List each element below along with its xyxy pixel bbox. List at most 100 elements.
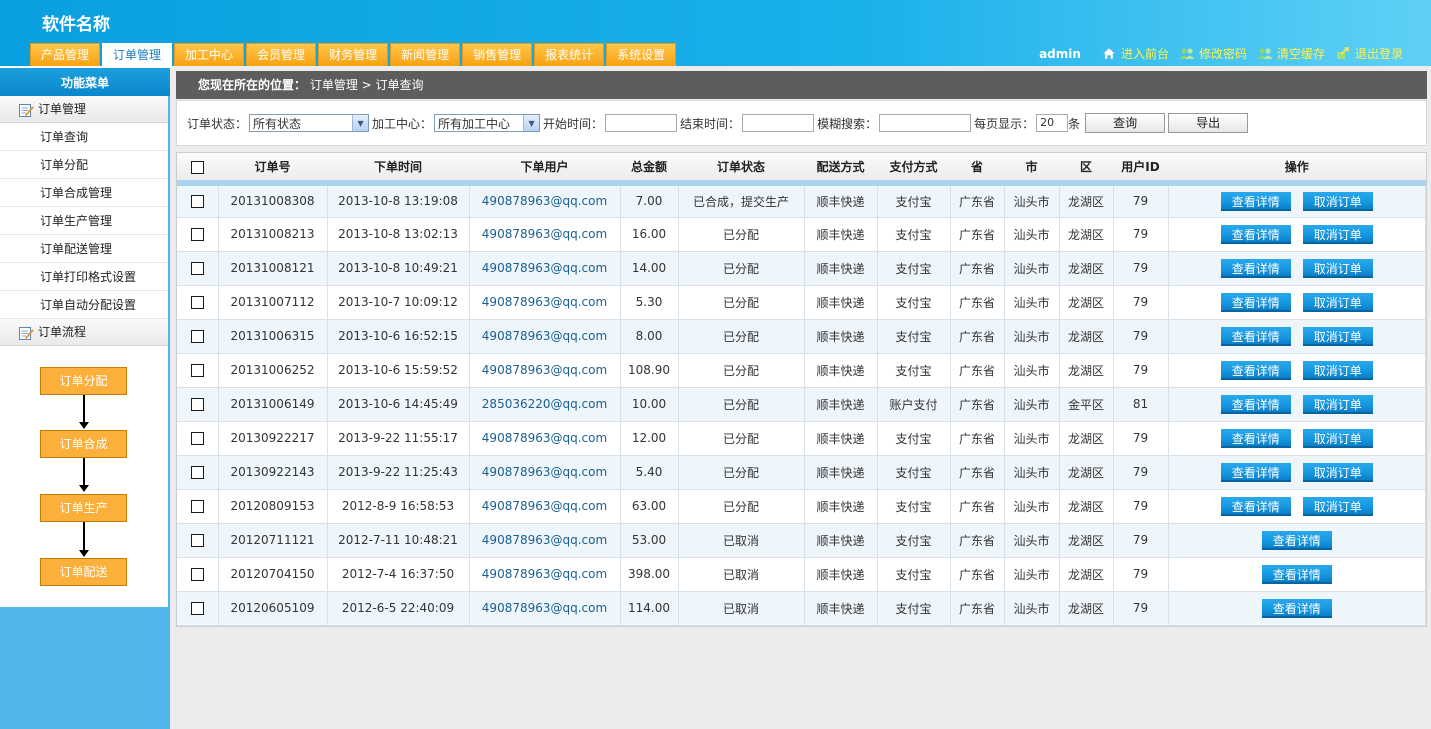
sidebar-item[interactable]: 订单生产管理: [0, 207, 168, 235]
cell-select: [177, 285, 219, 320]
sidebar-item[interactable]: 订单配送管理: [0, 235, 168, 263]
row-checkbox[interactable]: [190, 364, 204, 377]
change-password-link[interactable]: 修改密码: [1179, 45, 1247, 62]
cancel-order-button[interactable]: 取消订单: [1302, 428, 1373, 448]
cancel-order-button[interactable]: 取消订单: [1302, 292, 1373, 312]
nav-tab[interactable]: 销售管理: [462, 43, 533, 66]
sidebar-item[interactable]: 订单合成管理: [0, 179, 168, 207]
sidebar-item[interactable]: 订单自动分配设置: [0, 291, 168, 319]
nav-tab[interactable]: 订单管理: [102, 43, 173, 67]
nav-tab[interactable]: 产品管理: [30, 43, 101, 66]
view-details-button[interactable]: 查看详情: [1220, 292, 1291, 312]
view-details-button[interactable]: 查看详情: [1220, 191, 1291, 211]
view-details-button[interactable]: 查看详情: [1220, 224, 1291, 244]
cell-order-user[interactable]: 490878963@qq.com: [469, 591, 621, 626]
page-size-input[interactable]: 20: [1036, 114, 1069, 132]
row-checkbox[interactable]: [190, 602, 204, 615]
cell-shipping: 顺丰快递: [804, 387, 878, 422]
view-details-button[interactable]: 查看详情: [1261, 598, 1332, 618]
cell-order-user[interactable]: 285036220@qq.com: [469, 387, 621, 422]
cancel-order-button[interactable]: 取消订单: [1302, 496, 1373, 516]
row-checkbox[interactable]: [190, 398, 204, 411]
cell-order-user[interactable]: 490878963@qq.com: [469, 523, 621, 558]
status-select[interactable]: 所有状态 ▼: [249, 114, 370, 132]
cell-amount: 53.00: [620, 523, 679, 558]
view-details-button[interactable]: 查看详情: [1220, 360, 1291, 380]
logout-label: 退出登录: [1354, 47, 1403, 61]
cancel-order-button[interactable]: 取消订单: [1302, 462, 1373, 482]
row-checkbox[interactable]: [190, 296, 204, 309]
cell-city: 汕头市: [1004, 183, 1060, 218]
view-details-button[interactable]: 查看详情: [1220, 496, 1291, 516]
view-details-button[interactable]: 查看详情: [1220, 258, 1291, 278]
header-user-id: 用户ID: [1113, 153, 1168, 186]
row-checkbox[interactable]: [190, 228, 204, 241]
row-checkbox[interactable]: [190, 568, 204, 581]
view-details-button[interactable]: 查看详情: [1220, 394, 1291, 414]
sidebar-item[interactable]: 订单分配: [0, 151, 168, 179]
cell-order-user[interactable]: 490878963@qq.com: [469, 217, 621, 252]
view-details-button[interactable]: 查看详情: [1220, 428, 1291, 448]
flow-step-deliver[interactable]: 订单配送: [40, 558, 127, 586]
row-checkbox[interactable]: [190, 195, 204, 209]
cell-order-user[interactable]: 490878963@qq.com: [469, 421, 621, 456]
cell-city: 汕头市: [1004, 591, 1060, 626]
query-button[interactable]: 查询: [1085, 113, 1166, 133]
flow-step-compose[interactable]: 订单合成: [40, 430, 127, 458]
view-details-button[interactable]: 查看详情: [1261, 530, 1332, 550]
row-checkbox[interactable]: [190, 466, 204, 479]
cell-order-user[interactable]: 490878963@qq.com: [469, 489, 621, 524]
nav-tab[interactable]: 系统设置: [606, 43, 677, 66]
end-time-input[interactable]: [742, 114, 815, 132]
cell-order-user[interactable]: 490878963@qq.com: [469, 455, 621, 490]
nav-tab[interactable]: 新闻管理: [390, 43, 461, 66]
flow-step-assign[interactable]: 订单分配: [40, 367, 127, 395]
sidebar-group-order-flow[interactable]: 订单流程: [0, 319, 168, 346]
cancel-order-button[interactable]: 取消订单: [1302, 258, 1373, 278]
export-button[interactable]: 导出: [1168, 113, 1249, 133]
table-row: 20131007112 2013-10-7 10:09:12 490878963@q…: [177, 285, 1426, 320]
cancel-order-button[interactable]: 取消订单: [1302, 394, 1373, 414]
view-details-button[interactable]: 查看详情: [1261, 564, 1332, 584]
cancel-order-button[interactable]: 取消订单: [1302, 224, 1373, 244]
cell-order-user[interactable]: 490878963@qq.com: [469, 251, 621, 286]
cell-order-id: 20120704150: [218, 557, 328, 592]
nav-tab[interactable]: 报表统计: [534, 43, 605, 66]
nav-tab[interactable]: 加工中心: [174, 43, 245, 66]
cancel-order-button[interactable]: 取消订单: [1302, 191, 1373, 211]
nav-tab[interactable]: 会员管理: [246, 43, 317, 66]
cancel-order-button[interactable]: 取消订单: [1302, 326, 1373, 346]
change-password-label: 修改密码: [1198, 47, 1247, 61]
row-checkbox[interactable]: [190, 262, 204, 275]
fuzzy-search-input[interactable]: [879, 114, 972, 132]
row-checkbox[interactable]: [190, 500, 204, 513]
home-link[interactable]: 进入前台: [1101, 45, 1169, 62]
cell-province: 广东省: [950, 591, 1005, 626]
cell-order-user[interactable]: 490878963@qq.com: [469, 319, 621, 354]
view-details-button[interactable]: 查看详情: [1220, 326, 1291, 346]
cell-order-time: 2013-9-22 11:25:43: [327, 455, 470, 490]
header-status: 订单状态: [678, 153, 804, 186]
cell-order-user[interactable]: 490878963@qq.com: [469, 285, 621, 320]
row-checkbox[interactable]: [190, 534, 204, 547]
cell-amount: 8.00: [620, 319, 679, 354]
clear-cache-link[interactable]: 清空缓存: [1257, 45, 1325, 62]
sidebar-item[interactable]: 订单查询: [0, 123, 168, 151]
view-details-button[interactable]: 查看详情: [1220, 462, 1291, 482]
start-time-input[interactable]: [605, 114, 678, 132]
flow-step-produce[interactable]: 订单生产: [40, 494, 127, 522]
center-select[interactable]: 所有加工中心 ▼: [434, 114, 541, 132]
nav-tab[interactable]: 财务管理: [318, 43, 389, 66]
select-all-checkbox[interactable]: [191, 160, 204, 174]
cell-order-user[interactable]: 490878963@qq.com: [469, 183, 621, 218]
sidebar-item[interactable]: 订单打印格式设置: [0, 263, 168, 291]
cell-payment: 支付宝: [877, 285, 951, 320]
sidebar-group-order-management[interactable]: 订单管理: [0, 96, 168, 123]
cancel-order-button[interactable]: 取消订单: [1302, 360, 1373, 380]
cell-order-time: 2013-10-6 15:59:52: [327, 353, 470, 388]
cell-order-user[interactable]: 490878963@qq.com: [469, 353, 621, 388]
cell-order-user[interactable]: 490878963@qq.com: [469, 557, 621, 592]
row-checkbox[interactable]: [190, 432, 204, 445]
row-checkbox[interactable]: [190, 330, 204, 343]
logout-link[interactable]: 退出登录: [1335, 45, 1403, 62]
